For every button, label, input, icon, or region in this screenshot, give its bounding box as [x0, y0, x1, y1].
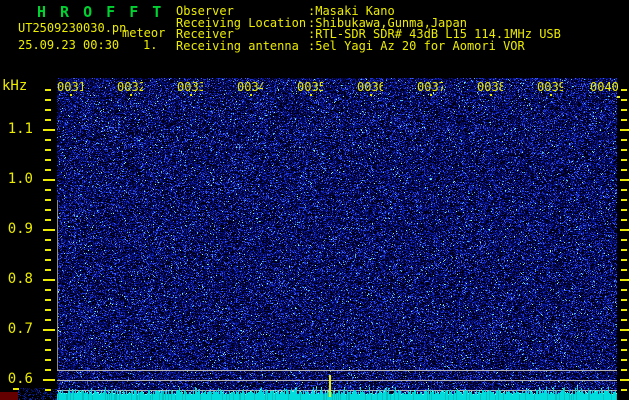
x-tick-label: 0032 — [117, 81, 143, 94]
x-tick-label: 0037 — [417, 81, 443, 94]
x-tick-label: 0031 — [57, 81, 83, 94]
capture-timestamp: 25.09.23 00:30 — [18, 38, 120, 52]
capture-counter: 1. — [143, 38, 158, 52]
x-tick-label: 0033 — [177, 81, 203, 94]
hrofft-spectrogram-screen: H R O F F T UT2509230030.pn meteor 25.09… — [0, 0, 629, 400]
y-tick-label: 0.6 — [7, 371, 33, 387]
y-tick-label: 0.9 — [7, 221, 33, 237]
info-field-value: :5el Yagi Az 20 for Aomori VOR — [308, 38, 525, 53]
x-tick-label: 0035 — [297, 81, 323, 94]
x-tick-label: 0036 — [357, 81, 383, 94]
x-tick-label: 0040 — [590, 81, 619, 94]
y-tick-label: 0.8 — [7, 271, 33, 287]
x-tick-label: 0038 — [477, 81, 503, 94]
info-field-row: Receiving antenna :5el Yagi Az 20 for Aom… — [176, 38, 561, 53]
y-tick-label: 1.0 — [7, 171, 33, 187]
y-tick-label: 0.7 — [7, 321, 33, 337]
capture-filename: UT2509230030.pn — [18, 21, 127, 35]
spectrogram-canvas — [0, 0, 629, 400]
x-tick-label: 0039 — [537, 81, 563, 94]
y-axis-unit-label: kHz — [2, 78, 28, 94]
y-tick-label: 1.1 — [7, 121, 33, 137]
info-field-label: Receiving antenna — [176, 38, 299, 53]
station-info-fields: Observer:Masaki Kano Receiving Location:S… — [176, 5, 561, 53]
x-tick-label: 0034 — [237, 81, 263, 94]
app-title: H R O F F T — [37, 3, 164, 21]
